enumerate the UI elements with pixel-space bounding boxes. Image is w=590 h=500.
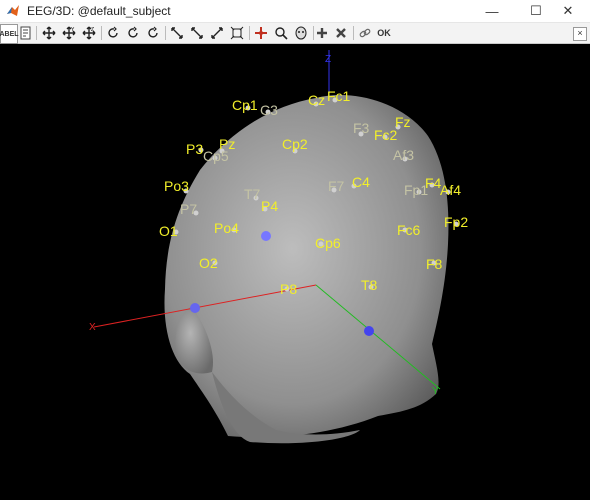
rotate-x-icon[interactable] bbox=[104, 24, 122, 42]
electrode-label-f8[interactable]: F8 bbox=[426, 256, 443, 272]
electrode-label-po4[interactable]: Po4 bbox=[214, 220, 239, 236]
electrode-label-po3[interactable]: Po3 bbox=[164, 178, 189, 194]
electrode-label-f3[interactable]: F3 bbox=[353, 120, 370, 136]
electrode-label-cz[interactable]: Cz bbox=[308, 92, 325, 108]
electrode-label-fc2[interactable]: Fc2 bbox=[374, 127, 398, 143]
electrode-label-cp5[interactable]: Cp5 bbox=[203, 148, 229, 164]
link-icon[interactable] bbox=[357, 24, 373, 42]
toolbar-separator bbox=[165, 26, 166, 40]
electrode-label-af4[interactable]: Af4 bbox=[440, 182, 461, 198]
toolbar-separator bbox=[36, 26, 37, 40]
close-toolbar-button[interactable]: × bbox=[573, 27, 587, 41]
move-y-icon[interactable]: Y bbox=[60, 24, 78, 42]
electrode-label-cp1[interactable]: Cp1 bbox=[232, 97, 258, 113]
matlab-icon bbox=[7, 5, 19, 16]
scene: X Y Z Cp1 C3Cz Fc1FzF3 Fc2Af3P3 PzCp5Cp2C4F7… bbox=[89, 50, 468, 444]
electrode-label-o2[interactable]: O2 bbox=[199, 255, 218, 271]
toolbar-separator bbox=[249, 26, 250, 40]
electrode-label-cp2[interactable]: Cp2 bbox=[282, 136, 308, 152]
electrode-label-cp6[interactable]: Cp6 bbox=[315, 235, 341, 251]
pan-icon[interactable] bbox=[252, 24, 270, 42]
electrode-label-p3[interactable]: P3 bbox=[186, 141, 203, 157]
fiducial-marker[interactable] bbox=[364, 326, 374, 336]
electrode-label-fc6[interactable]: Fc6 bbox=[397, 222, 421, 238]
electrode-label-p8[interactable]: P8 bbox=[280, 281, 297, 297]
fiducial-marker[interactable] bbox=[190, 303, 200, 313]
tilt-y-icon[interactable] bbox=[188, 24, 206, 42]
electrode-label-fc1[interactable]: Fc1 bbox=[327, 88, 351, 104]
eeg-3d-window: EEG/3D: @default_subject — ☐ ✕ ABEL Y Z bbox=[0, 0, 590, 500]
window-title: EEG/3D: @default_subject bbox=[27, 4, 171, 18]
notes-icon[interactable] bbox=[18, 24, 34, 42]
toolbar-separator bbox=[101, 26, 102, 40]
electrode-label-p4[interactable]: P4 bbox=[261, 198, 278, 214]
move-z-icon[interactable]: Z bbox=[80, 24, 98, 42]
z-axis-label: Z bbox=[325, 54, 331, 65]
add-icon[interactable] bbox=[314, 24, 330, 42]
fit-icon[interactable] bbox=[228, 24, 246, 42]
fiducial-marker[interactable] bbox=[261, 231, 271, 241]
tilt-z-icon[interactable] bbox=[208, 24, 226, 42]
head-icon[interactable] bbox=[292, 24, 310, 42]
title-bar: EEG/3D: @default_subject — ☐ ✕ bbox=[0, 0, 590, 23]
electrode-label-c3[interactable]: C3 bbox=[260, 102, 278, 118]
x-axis-label: X bbox=[89, 322, 96, 333]
toolbar-separator bbox=[353, 26, 354, 40]
electrode-label-f7[interactable]: F7 bbox=[328, 178, 345, 194]
electrode-label-o1[interactable]: O1 bbox=[159, 223, 178, 239]
zoom-icon[interactable] bbox=[272, 24, 290, 42]
toolbar: ABEL Y Z OK × bbox=[0, 23, 590, 44]
delete-icon[interactable] bbox=[333, 24, 349, 42]
svg-text:Z: Z bbox=[91, 27, 94, 33]
minimize-button[interactable]: — bbox=[470, 0, 514, 22]
rotate-z-icon[interactable] bbox=[144, 24, 162, 42]
electrode-label-p7[interactable]: P7 bbox=[180, 201, 197, 217]
electrode-label-fp2[interactable]: Fp2 bbox=[444, 214, 468, 230]
3d-viewport[interactable]: X Y Z Cp1 C3 Cz Fc1 Fz F3 Fc2 Af3 P3 Pz Cp5 Cp2 C4 F7… bbox=[0, 44, 590, 500]
rotate-y-icon[interactable] bbox=[124, 24, 142, 42]
y-axis-label: Y bbox=[432, 386, 439, 397]
electrode-label-c4[interactable]: C4 bbox=[352, 174, 370, 190]
tilt-x-icon[interactable] bbox=[168, 24, 186, 42]
electrode-label-af3[interactable]: Af3 bbox=[393, 147, 414, 163]
electrode-label-t7[interactable]: T7 bbox=[244, 186, 261, 202]
label-icon[interactable]: ABEL bbox=[0, 24, 19, 44]
close-window-button[interactable]: ✕ bbox=[546, 0, 590, 22]
move-icon[interactable] bbox=[40, 24, 58, 42]
electrode-label-t8[interactable]: T8 bbox=[361, 277, 378, 293]
ok-icon[interactable]: OK bbox=[375, 24, 393, 42]
